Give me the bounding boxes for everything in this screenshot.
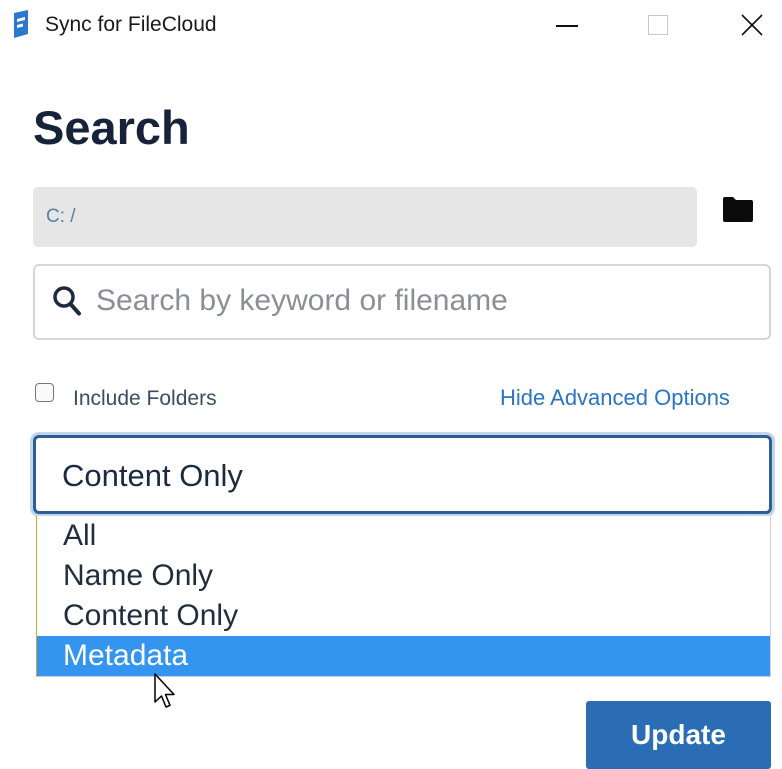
search-type-dropdown: All Name Only Content Only Metadata [36, 516, 771, 677]
option-all[interactable]: All [37, 516, 770, 556]
mouse-pointer-icon [154, 673, 175, 708]
option-name-only[interactable]: Name Only [37, 556, 770, 596]
option-content-only[interactable]: Content Only [37, 596, 770, 636]
include-folders-checkbox[interactable] [35, 383, 54, 402]
option-metadata[interactable]: Metadata [37, 636, 770, 676]
folder-icon[interactable] [722, 195, 754, 223]
minimize-icon [556, 25, 578, 27]
update-button[interactable]: Update [586, 701, 771, 769]
hide-advanced-options-link[interactable]: Hide Advanced Options [500, 385, 730, 411]
title-bar: Sync for FileCloud [0, 0, 782, 50]
maximize-button[interactable] [628, 0, 688, 50]
maximize-icon [648, 15, 668, 35]
path-field[interactable]: C: / [33, 187, 697, 247]
filecloud-logo-icon [14, 10, 28, 38]
minimize-button[interactable] [537, 0, 597, 50]
include-folders-label[interactable]: Include Folders [73, 387, 217, 411]
close-button[interactable] [722, 0, 782, 50]
path-value: C: / [46, 206, 76, 227]
search-type-selected-value: Content Only [62, 458, 243, 493]
window-title: Sync for FileCloud [45, 13, 217, 36]
page-title: Search [33, 101, 190, 154]
close-icon [741, 14, 763, 36]
search-icon [53, 286, 81, 316]
search-placeholder: Search by keyword or filename [96, 284, 508, 317]
